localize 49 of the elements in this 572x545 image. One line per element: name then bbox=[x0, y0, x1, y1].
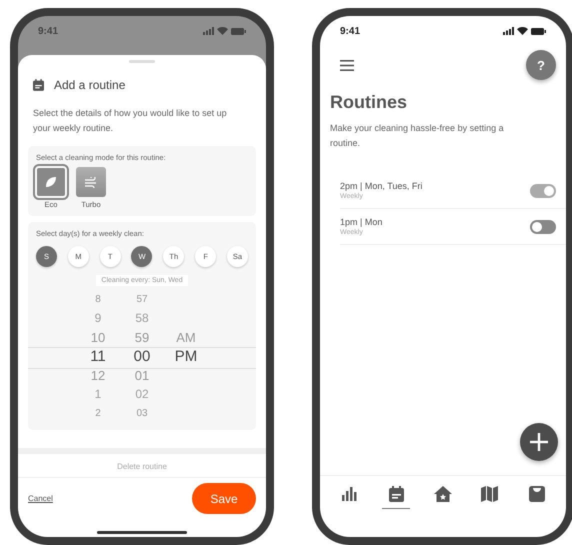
page-description: Make your cleaning hassle-free by setting a routine. bbox=[330, 122, 505, 150]
routine-time: 1pm | Mon bbox=[340, 217, 382, 227]
help-button[interactable]: ? bbox=[526, 50, 556, 80]
leaf-icon bbox=[45, 176, 57, 188]
calendar-icon bbox=[388, 486, 404, 502]
sheet-title: Add a routine bbox=[54, 78, 126, 92]
picker-value[interactable]: AM bbox=[176, 328, 196, 347]
picker-value[interactable]: 8 bbox=[95, 290, 101, 309]
battery-icon bbox=[531, 28, 546, 34]
picker-value[interactable]: 1 bbox=[94, 385, 102, 404]
picker-value[interactable]: 01 bbox=[134, 366, 150, 385]
bar-chart-icon bbox=[341, 486, 358, 502]
plus-icon bbox=[529, 432, 549, 452]
status-time: 9:41 bbox=[340, 26, 360, 36]
map-icon bbox=[481, 486, 498, 502]
toggle-switch[interactable] bbox=[530, 184, 556, 198]
picker-value[interactable]: 10 bbox=[90, 328, 106, 347]
menu-icon[interactable] bbox=[340, 60, 354, 70]
page-title: Routines bbox=[330, 92, 408, 113]
picker-value[interactable]: 11 bbox=[90, 347, 106, 366]
add-button[interactable] bbox=[520, 423, 558, 461]
signal-icon bbox=[503, 27, 514, 35]
wifi-icon bbox=[217, 27, 228, 35]
picker-value[interactable]: 03 bbox=[136, 404, 148, 423]
routine-time: 2pm | Mon, Tues, Fri bbox=[340, 181, 422, 191]
picker-value[interactable]: 57 bbox=[136, 290, 148, 309]
picker-value[interactable]: 2 bbox=[95, 404, 101, 423]
wifi-icon bbox=[517, 27, 528, 35]
status-time: 9:41 bbox=[38, 26, 58, 36]
picker-value[interactable]: 59 bbox=[134, 328, 150, 347]
battery-icon bbox=[231, 28, 246, 34]
picker-value[interactable]: 00 bbox=[134, 347, 150, 366]
house-icon bbox=[434, 486, 452, 502]
picker-value[interactable]: 02 bbox=[135, 385, 149, 404]
time-picker[interactable]: 8 9 10 11 12 1 2 57 58 59 00 01 02 03 AM PM bbox=[28, 290, 256, 423]
save-button[interactable]: Save bbox=[192, 483, 256, 514]
toggle-switch[interactable] bbox=[530, 220, 556, 234]
picker-value[interactable]: 58 bbox=[135, 309, 149, 328]
signal-icon bbox=[203, 27, 214, 35]
nav-tab[interactable] bbox=[382, 486, 410, 509]
calendar-icon bbox=[33, 79, 44, 91]
picker-value[interactable]: PM bbox=[174, 347, 198, 366]
picker-value[interactable]: 9 bbox=[94, 309, 102, 328]
cancel-link[interactable]: Cancel bbox=[28, 494, 53, 503]
delete-routine-button[interactable]: Delete routine bbox=[117, 462, 167, 471]
picker-value[interactable]: 12 bbox=[90, 366, 106, 385]
wind-icon bbox=[84, 176, 98, 188]
drag-handle[interactable] bbox=[129, 60, 155, 63]
sheet-description: Select the details of how you would like to set up your weekly routine. bbox=[33, 107, 228, 135]
